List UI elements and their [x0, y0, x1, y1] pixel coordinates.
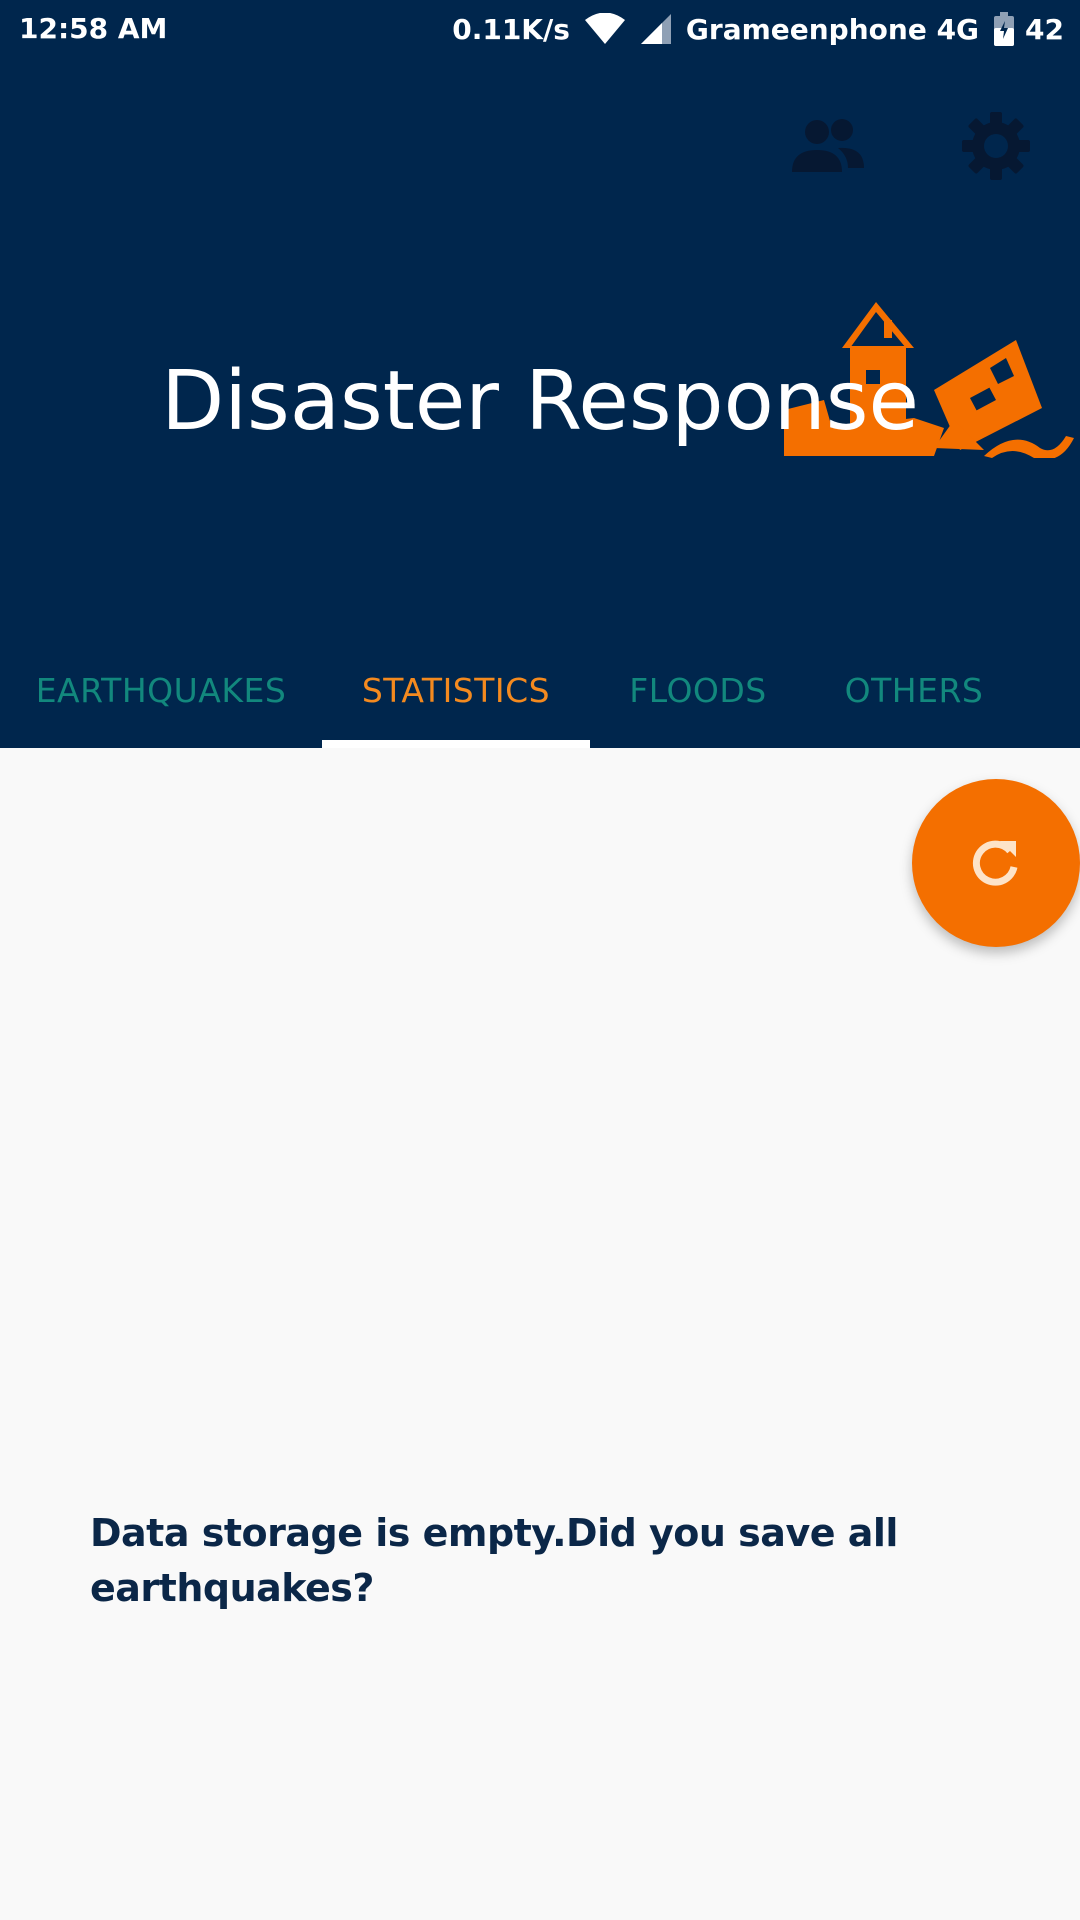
tab-bar: EARTHQUAKES STATISTICS FLOODS OTHERS: [0, 640, 1080, 748]
carrier-name: Grameenphone 4G: [685, 12, 980, 46]
status-time: 12:58 AM: [19, 12, 168, 45]
cell-signal-icon: [640, 13, 672, 45]
settings-button[interactable]: [954, 104, 1038, 188]
people-icon: [792, 119, 864, 172]
wifi-icon: [584, 13, 626, 45]
tab-indicator: [322, 740, 590, 748]
status-bar: 12:58 AM 0.11K/s Grameenphone 4G 42: [0, 0, 1080, 60]
status-right: 0.11K/s Grameenphone 4G 42: [452, 12, 1064, 46]
empty-state-message: Data storage is empty.Did you save all e…: [90, 1511, 898, 1610]
settings-icon: [962, 112, 1030, 180]
battery-group: 42: [993, 12, 1064, 46]
refresh-icon: [972, 840, 1018, 886]
tab-statistics[interactable]: STATISTICS: [322, 640, 590, 740]
page-title: Disaster Response: [161, 354, 919, 449]
battery-level: 42: [1025, 12, 1064, 46]
app-bar: 12:58 AM 0.11K/s Grameenphone 4G 42 Disa…: [0, 0, 1080, 748]
tab-earthquakes[interactable]: EARTHQUAKES: [0, 640, 322, 740]
screen: 12:58 AM 0.11K/s Grameenphone 4G 42 Disa…: [0, 0, 1080, 1920]
net-speed: 0.11K/s: [452, 12, 570, 46]
tab-floods[interactable]: FLOODS: [590, 640, 806, 740]
refresh-button[interactable]: [912, 779, 1080, 947]
people-button[interactable]: [786, 104, 870, 188]
tab-others[interactable]: OTHERS: [806, 640, 1022, 740]
battery-charging-icon: [993, 12, 1015, 46]
